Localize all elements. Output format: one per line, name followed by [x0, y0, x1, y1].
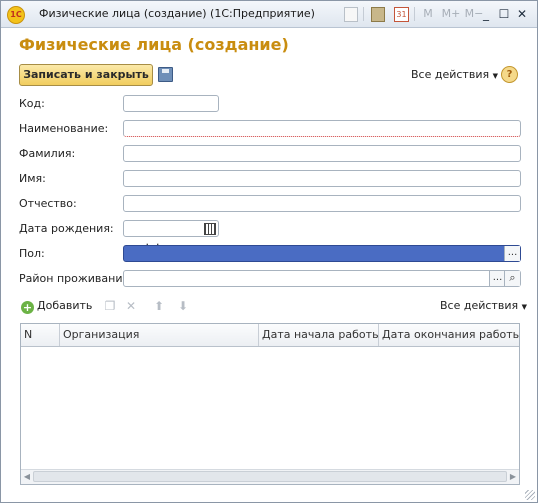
- district-select-button[interactable]: ...: [489, 271, 505, 286]
- name-label: Наименование:: [19, 122, 109, 135]
- table-header: N Организация Дата начала работы Дата ок…: [21, 324, 519, 347]
- patronymic-field[interactable]: [123, 195, 521, 212]
- column-header-end-date[interactable]: Дата окончания работы: [379, 324, 519, 346]
- chevron-down-icon: ▼: [521, 303, 527, 311]
- birth-date-field[interactable]: . .: [123, 220, 219, 248]
- district-field[interactable]: ... ⌕: [123, 270, 521, 287]
- table-toolbar: + Добавить ❐ ✕ ⬆ ⬇ Все действия ▼: [19, 297, 527, 317]
- form-window: 1С Физические лица (создание) (1С:Предпр…: [0, 0, 538, 503]
- search-icon[interactable]: ⌕: [504, 271, 520, 286]
- document-icon[interactable]: [344, 7, 358, 22]
- name-field[interactable]: [123, 120, 521, 137]
- window-title: Физические лица (создание) (1С:Предприят…: [39, 7, 315, 20]
- title-separator: [363, 7, 364, 21]
- add-label: Добавить: [37, 299, 93, 312]
- district-label: Район проживания:: [19, 272, 133, 285]
- birth-date-label: Дата рождения:: [19, 222, 114, 235]
- surname-label: Фамилия:: [19, 147, 76, 160]
- scroll-thumb[interactable]: [33, 471, 507, 482]
- table-all-actions-label: Все действия: [440, 299, 519, 312]
- first-name-field[interactable]: [123, 170, 521, 187]
- memory-m-button[interactable]: M: [421, 6, 435, 22]
- first-name-label: Имя:: [19, 172, 46, 185]
- add-plus-icon: +: [21, 301, 34, 314]
- copy-icon[interactable]: ❐: [104, 300, 116, 312]
- column-header-organization[interactable]: Организация: [60, 324, 259, 346]
- table-all-actions-menu[interactable]: Все действия ▼: [440, 299, 527, 312]
- minimize-icon[interactable]: _: [479, 6, 493, 22]
- maximize-icon[interactable]: ☐: [497, 6, 511, 22]
- all-actions-menu[interactable]: Все действия ▼: [411, 68, 498, 81]
- code-field[interactable]: [123, 95, 219, 112]
- close-icon[interactable]: ✕: [515, 6, 529, 22]
- memory-plus-button[interactable]: M+: [441, 6, 461, 22]
- calendar-icon[interactable]: 31: [394, 7, 409, 22]
- code-label: Код:: [19, 97, 45, 110]
- column-header-start-date[interactable]: Дата начала работы: [259, 324, 379, 346]
- scroll-right-icon[interactable]: ▶: [507, 471, 519, 483]
- form-title: Физические лица (создание): [19, 35, 289, 54]
- help-icon[interactable]: ?: [501, 66, 518, 83]
- move-down-icon[interactable]: ⬇: [177, 300, 189, 312]
- title-bar[interactable]: 1С Физические лица (создание) (1С:Предпр…: [1, 1, 537, 28]
- column-header-n[interactable]: N: [21, 324, 60, 346]
- calendar-picker-icon[interactable]: [204, 223, 216, 235]
- gender-select-button[interactable]: ...: [504, 246, 520, 261]
- organizations-table[interactable]: N Организация Дата начала работы Дата ок…: [20, 323, 520, 485]
- save-disk-icon[interactable]: [158, 67, 173, 82]
- app-logo-icon[interactable]: 1С: [7, 6, 25, 24]
- move-up-icon[interactable]: ⬆: [153, 300, 165, 312]
- all-actions-label: Все действия: [411, 68, 490, 81]
- surname-field[interactable]: [123, 145, 521, 162]
- title-separator: [414, 7, 415, 21]
- calculator-icon[interactable]: [371, 7, 385, 22]
- horizontal-scrollbar[interactable]: ◀ ▶: [21, 469, 519, 484]
- delete-icon[interactable]: ✕: [125, 300, 137, 312]
- patronymic-label: Отчество:: [19, 197, 77, 210]
- save-and-close-button[interactable]: Записать и закрыть: [19, 64, 153, 86]
- gender-field[interactable]: ...: [123, 245, 521, 262]
- chevron-down-icon: ▼: [492, 72, 498, 80]
- resize-grip-icon[interactable]: [525, 490, 535, 500]
- scroll-left-icon[interactable]: ◀: [21, 471, 33, 483]
- add-button[interactable]: + Добавить: [21, 299, 92, 314]
- gender-label: Пол:: [19, 247, 45, 260]
